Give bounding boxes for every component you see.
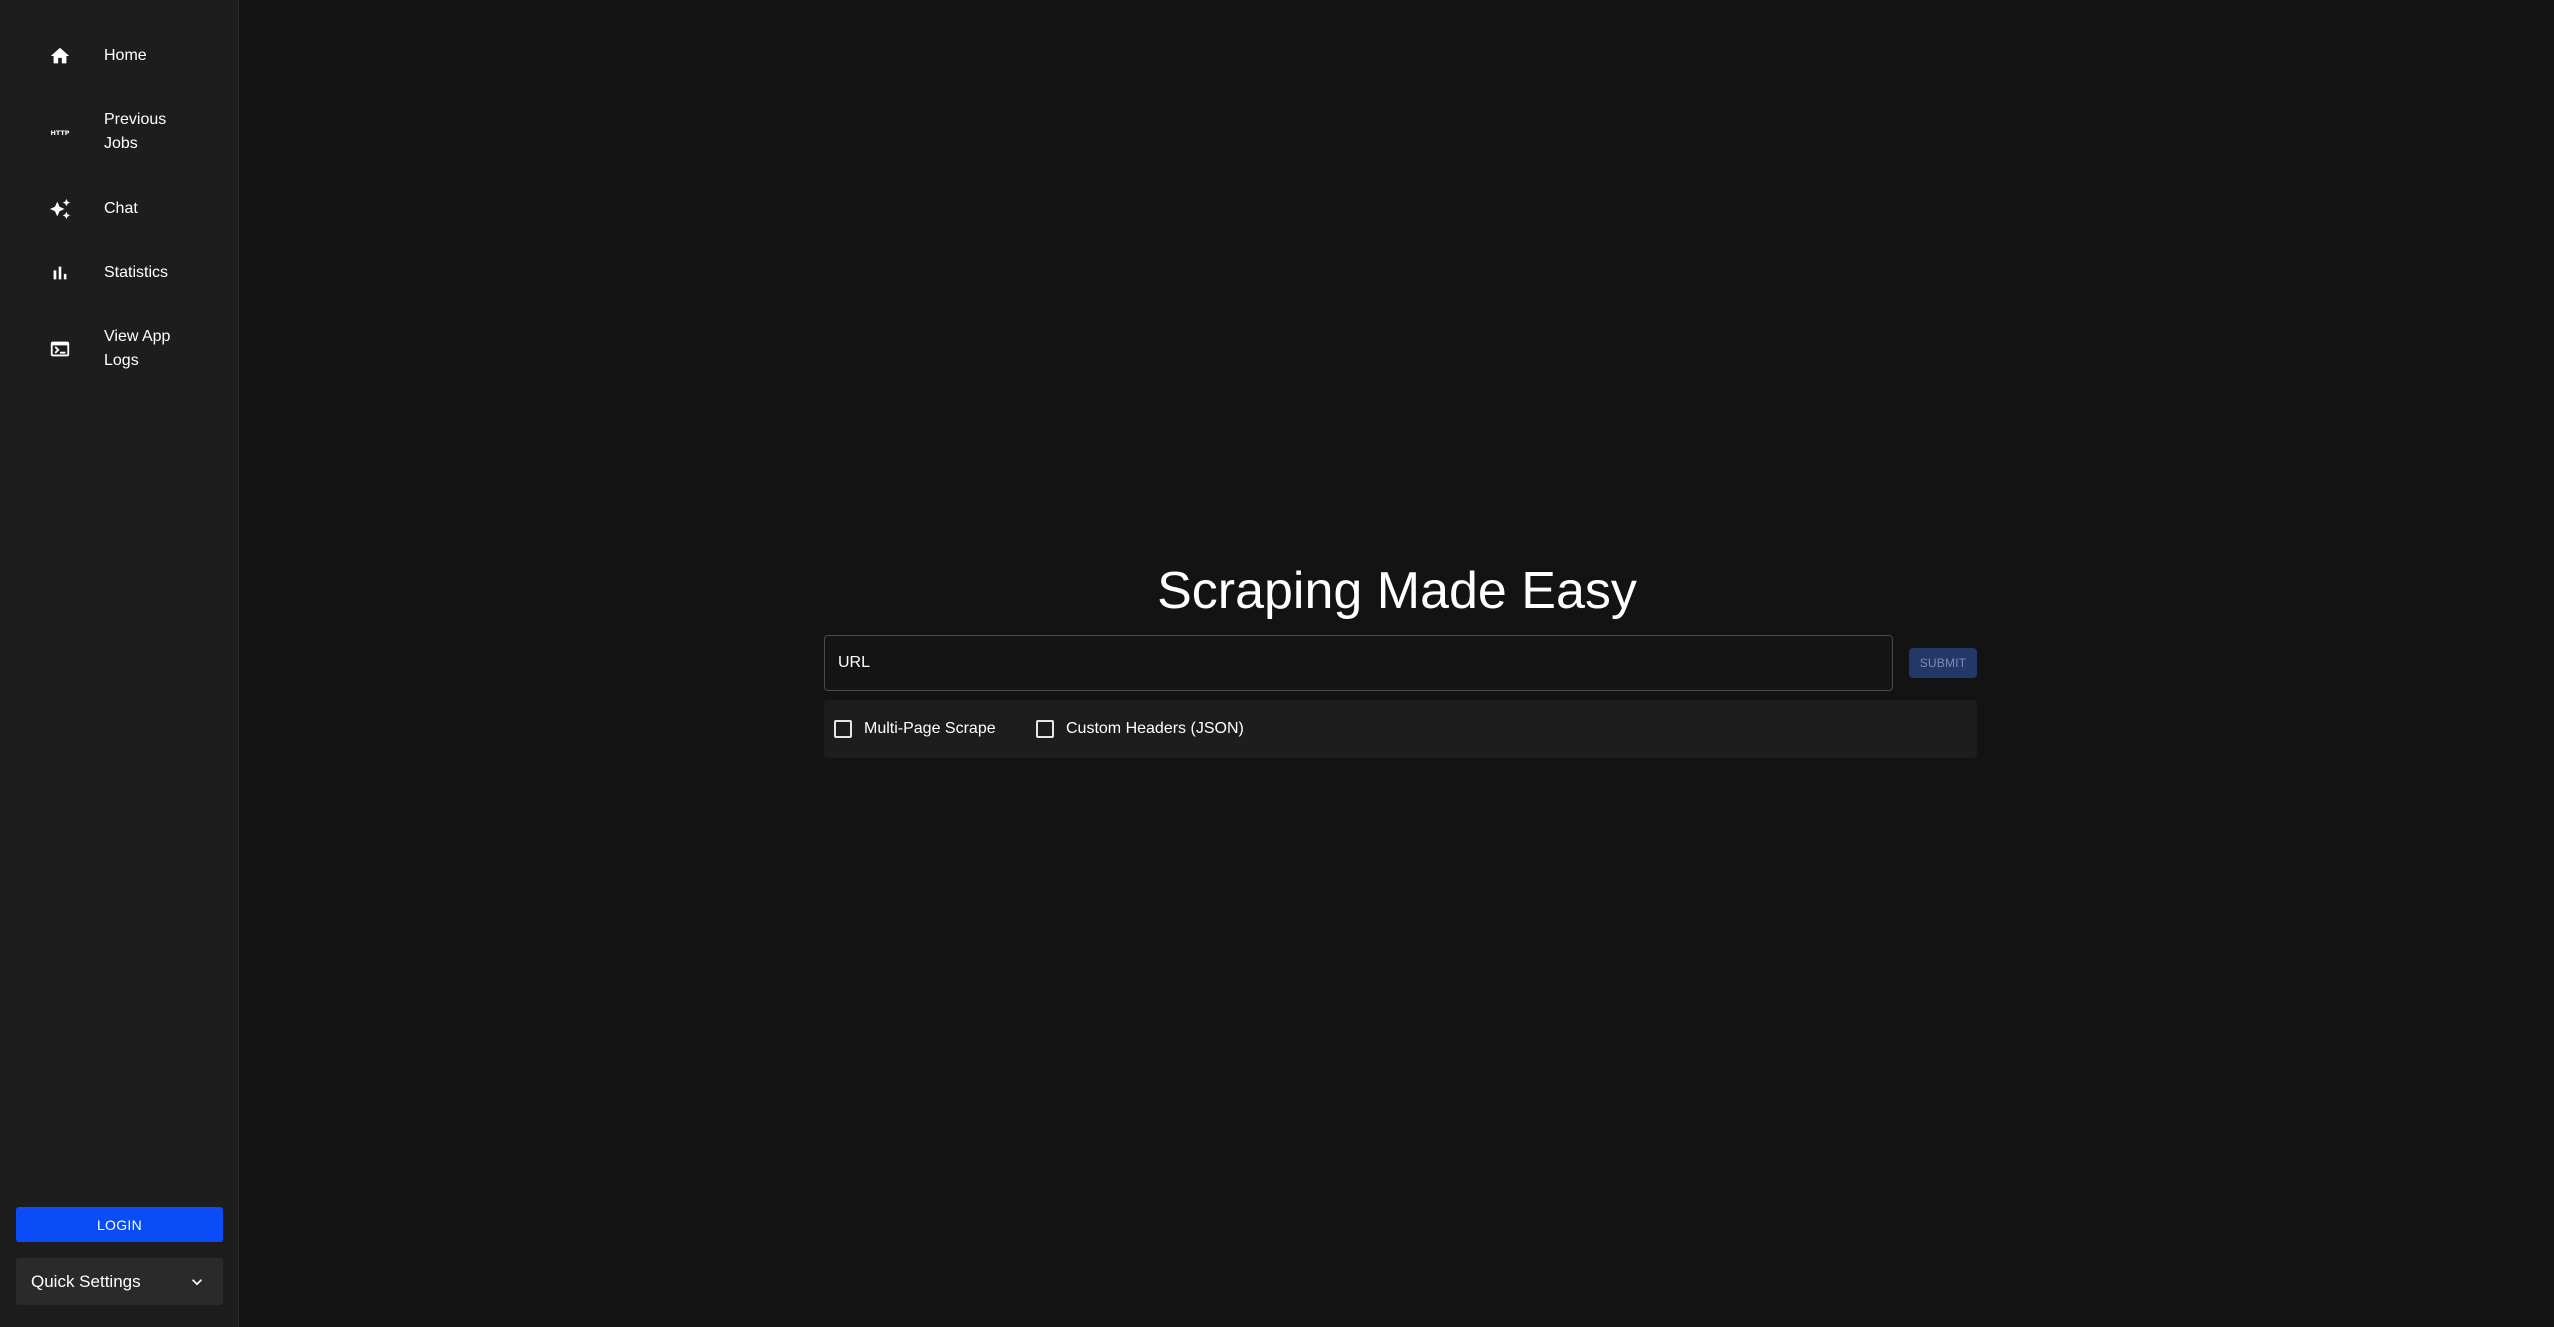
sidebar-item-home[interactable]: Home	[0, 44, 239, 68]
multi-page-scrape-option[interactable]: Multi-Page Scrape	[834, 700, 996, 758]
submit-button[interactable]: SUBMIT	[1909, 648, 1977, 678]
sidebar: Home HTTP Previous Jobs Chat Statistics	[0, 0, 239, 1327]
main-content: Scraping Made Easy SUBMIT Multi-Page Scr…	[240, 0, 2554, 1327]
terminal-icon	[48, 337, 72, 361]
multi-page-scrape-checkbox[interactable]	[834, 720, 852, 738]
url-input[interactable]	[825, 636, 1892, 690]
http-icon: HTTP	[48, 120, 72, 144]
quick-settings-label: Quick Settings	[31, 1271, 141, 1291]
quick-settings-dropdown[interactable]: Quick Settings	[16, 1258, 223, 1305]
svg-text:HTTP: HTTP	[51, 129, 70, 137]
sidebar-item-previous-jobs[interactable]: HTTP Previous Jobs	[0, 108, 239, 156]
home-icon	[48, 44, 72, 68]
sparkle-icon	[48, 197, 72, 221]
sidebar-item-label: Chat	[104, 200, 138, 217]
custom-headers-checkbox[interactable]	[1036, 720, 1054, 738]
url-field[interactable]	[824, 635, 1893, 691]
app-root: Home HTTP Previous Jobs Chat Statistics	[0, 0, 2554, 1327]
sidebar-item-statistics[interactable]: Statistics	[0, 261, 239, 285]
scrape-options: Multi-Page Scrape Custom Headers (JSON)	[824, 700, 1977, 758]
sidebar-item-chat[interactable]: Chat	[0, 197, 239, 221]
chevron-down-icon	[187, 1272, 207, 1292]
custom-headers-option[interactable]: Custom Headers (JSON)	[1036, 700, 1244, 758]
sidebar-item-label: Home	[104, 47, 147, 64]
bar-chart-icon	[48, 261, 72, 285]
page-title: Scraping Made Easy	[1157, 562, 1637, 620]
sidebar-item-label: Statistics	[104, 264, 169, 281]
sidebar-item-label: Previous Jobs	[104, 111, 167, 152]
login-button[interactable]: LOGIN	[16, 1207, 223, 1242]
multi-page-scrape-label: Multi-Page Scrape	[864, 720, 996, 737]
sidebar-item-view-app-logs[interactable]: View App Logs	[0, 325, 239, 373]
custom-headers-label: Custom Headers (JSON)	[1066, 720, 1244, 737]
sidebar-item-label: View App Logs	[104, 328, 171, 369]
